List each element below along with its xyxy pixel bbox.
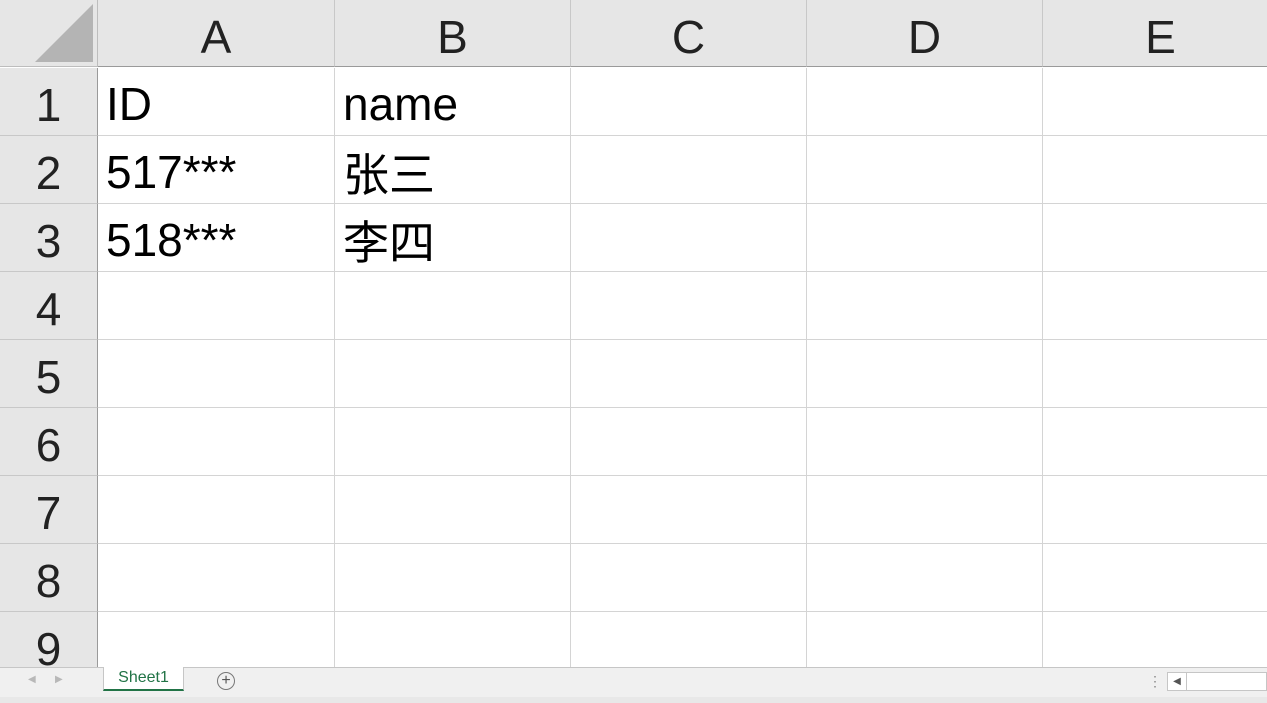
cell-d5[interactable] — [807, 340, 1043, 408]
row-header-2[interactable]: 2 — [0, 136, 98, 204]
cell-a7[interactable] — [98, 476, 335, 544]
cell-a3[interactable]: 518*** — [98, 204, 335, 272]
cell-e5[interactable] — [1043, 340, 1267, 408]
cell-d4[interactable] — [807, 272, 1043, 340]
previous-sheet-arrow-icon[interactable]: ◀ — [28, 674, 36, 685]
cell-a4[interactable] — [98, 272, 335, 340]
row-header-6[interactable]: 6 — [0, 408, 98, 476]
spreadsheet-grid: A B C D E 1 2 3 4 5 6 7 8 9 ID name 517*… — [0, 0, 1267, 667]
row-header-9[interactable]: 9 — [0, 612, 98, 667]
cell-c7[interactable] — [571, 476, 807, 544]
cell-c9[interactable] — [571, 612, 807, 667]
column-header-c[interactable]: C — [571, 0, 807, 67]
cell-e7[interactable] — [1043, 476, 1267, 544]
column-header-b[interactable]: B — [335, 0, 571, 67]
cell-d6[interactable] — [807, 408, 1043, 476]
row-header-5[interactable]: 5 — [0, 340, 98, 408]
cell-a8[interactable] — [98, 544, 335, 612]
cell-b5[interactable] — [335, 340, 571, 408]
cell-a1[interactable]: ID — [98, 68, 335, 136]
cell-b1[interactable]: name — [335, 68, 571, 136]
cell-d2[interactable] — [807, 136, 1043, 204]
row-header-7[interactable]: 7 — [0, 476, 98, 544]
cell-e3[interactable] — [1043, 204, 1267, 272]
cell-c4[interactable] — [571, 272, 807, 340]
splitter-dots-icon[interactable]: ⋮ — [1148, 672, 1162, 690]
cell-d7[interactable] — [807, 476, 1043, 544]
cell-b7[interactable] — [335, 476, 571, 544]
row-header-1[interactable]: 1 — [0, 68, 98, 136]
status-bar-strip — [0, 697, 1267, 703]
row-header-3[interactable]: 3 — [0, 204, 98, 272]
cell-d9[interactable] — [807, 612, 1043, 667]
cell-d1[interactable] — [807, 68, 1043, 136]
cell-c5[interactable] — [571, 340, 807, 408]
cell-d3[interactable] — [807, 204, 1043, 272]
cell-e2[interactable] — [1043, 136, 1267, 204]
cell-b2[interactable]: 张三 — [335, 136, 571, 204]
cell-a6[interactable] — [98, 408, 335, 476]
cell-a5[interactable] — [98, 340, 335, 408]
next-sheet-arrow-icon[interactable]: ▶ — [55, 674, 63, 685]
cell-b6[interactable] — [335, 408, 571, 476]
sheet-tab-bar: ◀ ▶ Sheet1 + ⋮ ◀ — [0, 667, 1267, 697]
cell-e1[interactable] — [1043, 68, 1267, 136]
cell-d8[interactable] — [807, 544, 1043, 612]
cell-b4[interactable] — [335, 272, 571, 340]
horizontal-scrollbar[interactable]: ◀ — [1167, 672, 1267, 691]
column-header-d[interactable]: D — [807, 0, 1043, 67]
cell-e9[interactable] — [1043, 612, 1267, 667]
cell-c6[interactable] — [571, 408, 807, 476]
scroll-left-arrow-icon[interactable]: ◀ — [1168, 673, 1187, 690]
cell-b3[interactable]: 李四 — [335, 204, 571, 272]
row-header-4[interactable]: 4 — [0, 272, 98, 340]
select-all-triangle-icon — [35, 4, 93, 62]
sheet-tab-sheet1[interactable]: Sheet1 — [103, 667, 184, 691]
cell-c2[interactable] — [571, 136, 807, 204]
cell-e6[interactable] — [1043, 408, 1267, 476]
select-all-button[interactable] — [0, 0, 98, 67]
cell-a9[interactable] — [98, 612, 335, 667]
cell-c8[interactable] — [571, 544, 807, 612]
column-header-e[interactable]: E — [1043, 0, 1267, 67]
column-header-a[interactable]: A — [98, 0, 335, 67]
row-header-8[interactable]: 8 — [0, 544, 98, 612]
cell-e8[interactable] — [1043, 544, 1267, 612]
cell-e4[interactable] — [1043, 272, 1267, 340]
cell-c3[interactable] — [571, 204, 807, 272]
cell-b9[interactable] — [335, 612, 571, 667]
cell-a2[interactable]: 517*** — [98, 136, 335, 204]
add-sheet-plus-icon[interactable]: + — [217, 672, 235, 690]
cell-c1[interactable] — [571, 68, 807, 136]
cell-b8[interactable] — [335, 544, 571, 612]
